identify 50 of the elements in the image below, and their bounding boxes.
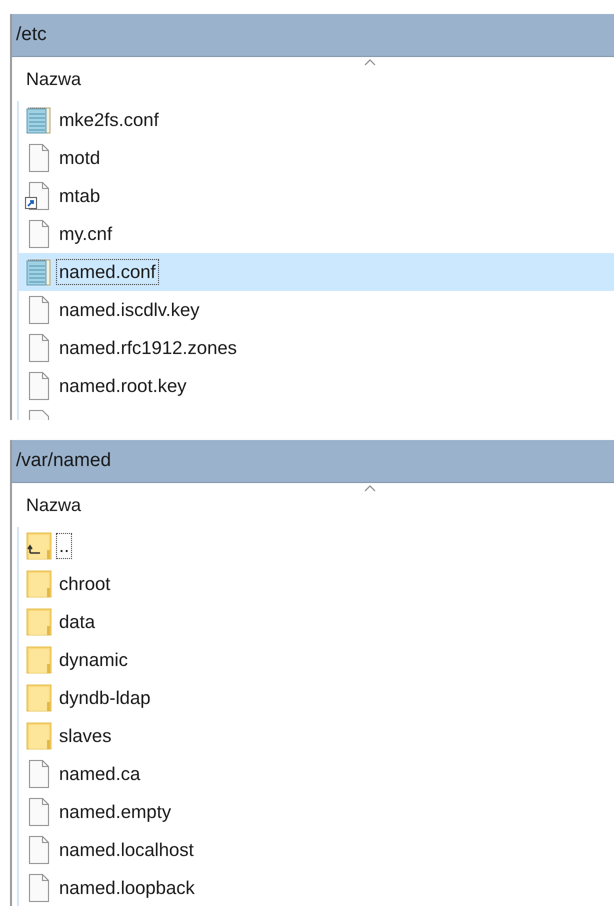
- file-name: named.loopback: [58, 876, 196, 900]
- file-row[interactable]: data: [19, 603, 614, 641]
- file-row[interactable]: ..: [19, 527, 614, 565]
- file-name: named.empty: [58, 800, 172, 824]
- sort-caret-icon: [364, 59, 376, 66]
- notepad-icon: [25, 105, 53, 135]
- file-name: mke2fs.conf: [58, 108, 160, 132]
- file-name: named.ca: [58, 762, 142, 786]
- file-row[interactable]: chroot: [19, 565, 614, 603]
- file-name: named.rfc1912.zones: [58, 336, 238, 360]
- file-row[interactable]: mtab: [19, 177, 614, 215]
- file-row[interactable]: named.root.key: [19, 367, 614, 405]
- file-row[interactable]: motd: [19, 139, 614, 177]
- path-text: /var/named: [16, 450, 112, 472]
- folder-icon: [25, 683, 53, 713]
- file-name: dynamic: [58, 648, 129, 672]
- file-row[interactable]: named.rfc1912.zones: [19, 329, 614, 367]
- file-name: named.localhost: [58, 838, 195, 862]
- file-row[interactable]: dynamic: [19, 641, 614, 679]
- file-name: slaves: [58, 724, 112, 748]
- folder-icon: [25, 645, 53, 675]
- file-name: named.conf: [56, 259, 159, 285]
- column-header[interactable]: Nazwa: [12, 483, 614, 527]
- file-name: chroot: [58, 572, 112, 596]
- folder-icon: [25, 569, 53, 599]
- file-row[interactable]: my.cnf: [19, 215, 614, 253]
- notepad-icon: [25, 257, 53, 287]
- folder-icon: [25, 607, 53, 637]
- folder-icon: [25, 721, 53, 751]
- file-name: data: [58, 610, 96, 634]
- file-row[interactable]: named.ca: [19, 755, 614, 793]
- file-row[interactable]: named.conf: [19, 253, 614, 291]
- parent-folder-icon: [25, 531, 53, 561]
- file-name: mtab: [58, 184, 102, 208]
- file-row[interactable]: dyndb-ldap: [19, 679, 614, 717]
- file-row[interactable]: named.localhost: [19, 831, 614, 869]
- path-text: /etc: [16, 24, 47, 46]
- file-name: my.cnf: [58, 222, 114, 246]
- file-name: ..: [56, 533, 72, 559]
- file-name: named.root.key: [58, 374, 188, 398]
- file-row[interactable]: slaves: [19, 717, 614, 755]
- file-row[interactable]: named.iscdlv.key: [19, 291, 614, 329]
- file-name: named.iscdlv.key: [58, 298, 201, 322]
- file-name: dyndb-ldap: [58, 686, 152, 710]
- column-header[interactable]: Nazwa: [12, 57, 614, 101]
- sort-caret-icon: [364, 485, 376, 492]
- file-name: motd: [58, 146, 102, 170]
- file-row[interactable]: named.empty: [19, 793, 614, 831]
- file-row[interactable]: mke2fs.conf: [19, 101, 614, 139]
- file-row[interactable]: named.loopback: [19, 869, 614, 906]
